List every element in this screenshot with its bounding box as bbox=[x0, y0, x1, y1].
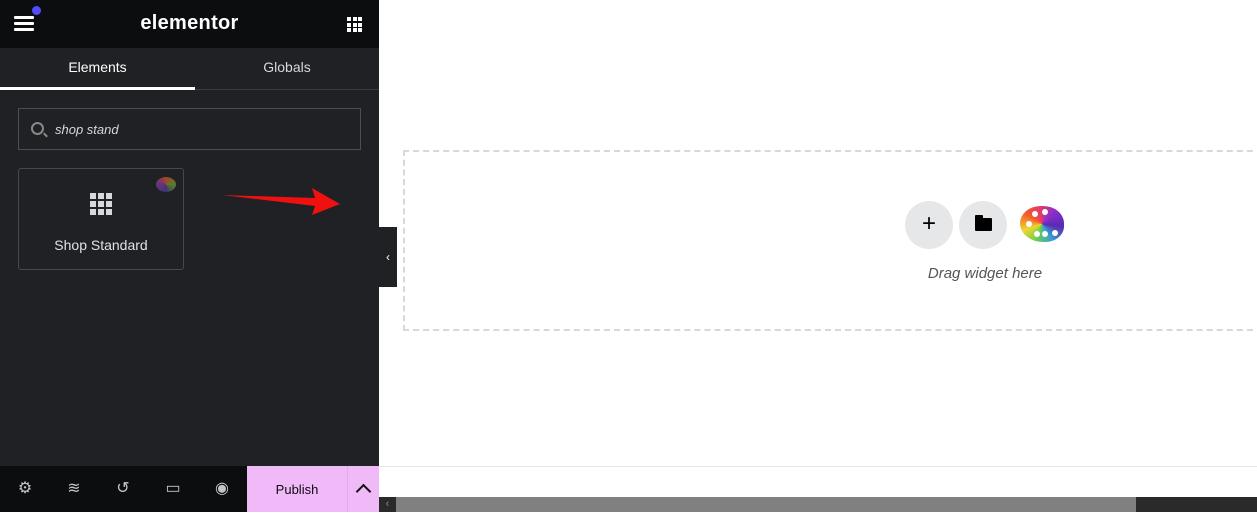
eye-icon[interactable]: ◉ bbox=[213, 480, 231, 498]
widget-shop-standard[interactable]: Shop Standard bbox=[18, 168, 184, 270]
palette-icon bbox=[156, 177, 176, 192]
plus-icon: + bbox=[921, 210, 936, 237]
collapse-panel-button[interactable]: ‹ bbox=[379, 227, 397, 287]
search-value: shop stand bbox=[55, 122, 119, 137]
search-icon bbox=[31, 122, 44, 135]
scroll-left-arrow[interactable]: ‹ bbox=[379, 497, 396, 512]
drop-zone-text: Drag widget here bbox=[927, 265, 1043, 282]
tab-globals[interactable]: Globals bbox=[195, 48, 379, 90]
gear-icon[interactable]: ⚙ bbox=[16, 480, 34, 498]
publish-options-chevron-up-icon[interactable] bbox=[347, 466, 379, 512]
panel-header: elementor bbox=[0, 0, 379, 48]
folder-icon bbox=[975, 215, 992, 231]
add-template-button[interactable] bbox=[959, 201, 1007, 249]
panel-tabs: Elements Globals bbox=[0, 48, 379, 90]
horizontal-scrollbar-thumb[interactable] bbox=[396, 497, 1136, 512]
responsive-icon[interactable]: ▭ bbox=[164, 480, 182, 498]
layers-icon[interactable]: ≋ bbox=[65, 480, 83, 498]
widget-label: Shop Standard bbox=[54, 237, 148, 253]
elementor-logo: elementor bbox=[140, 12, 239, 34]
apps-grid-icon[interactable] bbox=[347, 17, 362, 32]
grid-icon bbox=[90, 193, 112, 215]
horizontal-scrollbar-track[interactable] bbox=[1136, 497, 1257, 512]
canvas-divider bbox=[379, 466, 1257, 467]
palette-icon[interactable] bbox=[1020, 206, 1064, 242]
editor-panel: elementor Elements Globals shop stand Sh… bbox=[0, 0, 379, 512]
add-section-button[interactable]: + bbox=[905, 201, 953, 249]
history-icon[interactable]: ↺ bbox=[114, 480, 132, 498]
search-input[interactable]: shop stand bbox=[18, 108, 361, 150]
tab-elements[interactable]: Elements bbox=[0, 48, 195, 90]
publish-button[interactable]: Publish bbox=[247, 466, 347, 512]
red-arrow-annotation bbox=[222, 188, 340, 215]
drop-zone[interactable] bbox=[403, 150, 1257, 331]
